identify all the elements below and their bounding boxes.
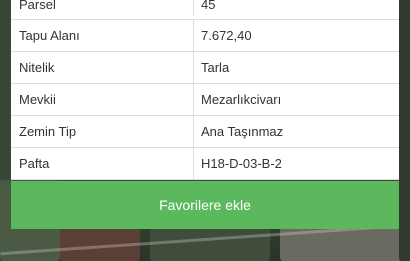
- map-view[interactable]: Parsel 45 Tapu Alanı 7.672,40 Nitelik Ta…: [0, 0, 410, 261]
- row-value: 7.672,40: [201, 28, 252, 43]
- row-key: Tapu Alanı: [11, 20, 194, 51]
- row-key: Mevkii: [11, 84, 194, 115]
- row-value: Mezarlıkcivarı: [201, 92, 282, 107]
- row-key: Pafta: [11, 148, 194, 179]
- row-value: 45: [201, 0, 216, 12]
- table-row: Zemin Tip Ana Taşınmaz: [11, 116, 399, 148]
- table-row: Parsel 45: [11, 0, 399, 20]
- table-row: Mevkii Mezarlıkcivarı: [11, 84, 399, 116]
- row-key: Parsel: [11, 0, 194, 16]
- row-value: Tarla: [201, 60, 230, 75]
- map-field-patch: [0, 0, 11, 180]
- row-key: Zemin Tip: [11, 116, 194, 147]
- table-row: Pafta H18-D-03-B-2: [11, 148, 399, 180]
- row-value: H18-D-03-B-2: [201, 156, 282, 171]
- map-field-patch: [399, 0, 410, 261]
- row-key: Nitelik: [11, 52, 194, 83]
- table-row: Tapu Alanı 7.672,40: [11, 20, 399, 52]
- table-row: Nitelik Tarla: [11, 52, 399, 84]
- map-field-patch: [150, 228, 270, 261]
- add-to-favorites-button[interactable]: Favorilere ekle: [11, 181, 399, 229]
- row-value: Ana Taşınmaz: [201, 124, 284, 139]
- parcel-info-table: Parsel 45 Tapu Alanı 7.672,40 Nitelik Ta…: [11, 0, 399, 180]
